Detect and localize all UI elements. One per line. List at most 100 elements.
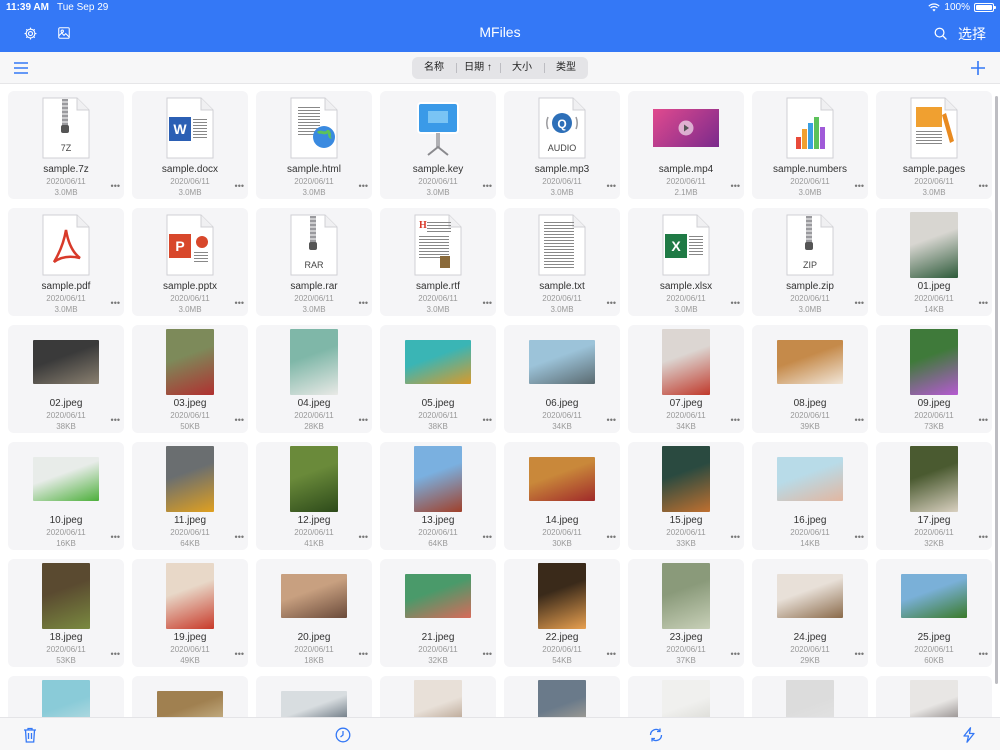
file-card[interactable]: 13.jpeg 2020/06/11 64KB ••• bbox=[380, 442, 496, 550]
file-card[interactable]: 18.jpeg 2020/06/11 53KB ••• bbox=[8, 559, 124, 667]
trash-icon[interactable] bbox=[20, 725, 40, 745]
file-card[interactable]: 04.jpeg 2020/06/11 28KB ••• bbox=[256, 325, 372, 433]
plus-icon[interactable] bbox=[968, 58, 988, 78]
file-card[interactable]: 05.jpeg 2020/06/11 38KB ••• bbox=[380, 325, 496, 433]
more-options-icon[interactable]: ••• bbox=[731, 299, 740, 308]
more-options-icon[interactable]: ••• bbox=[979, 650, 988, 659]
more-options-icon[interactable]: ••• bbox=[979, 416, 988, 425]
more-options-icon[interactable]: ••• bbox=[359, 182, 368, 191]
more-options-icon[interactable]: ••• bbox=[359, 299, 368, 308]
file-card[interactable]: sample.pdf 2020/06/11 3.0MB ••• bbox=[8, 208, 124, 316]
file-card[interactable]: Xsample.xlsx 2020/06/11 3.0MB ••• bbox=[628, 208, 744, 316]
list-icon[interactable] bbox=[11, 58, 31, 78]
more-options-icon[interactable]: ••• bbox=[607, 182, 616, 191]
more-options-icon[interactable]: ••• bbox=[235, 182, 244, 191]
file-card[interactable]: 19.jpeg 2020/06/11 49KB ••• bbox=[132, 559, 248, 667]
file-card[interactable] bbox=[628, 676, 744, 717]
more-options-icon[interactable]: ••• bbox=[235, 299, 244, 308]
file-card[interactable] bbox=[380, 676, 496, 717]
file-card[interactable]: 01.jpeg 2020/06/11 14KB ••• bbox=[876, 208, 992, 316]
file-card[interactable]: sample.mp4 2020/06/11 2.1MB ••• bbox=[628, 91, 744, 199]
more-options-icon[interactable]: ••• bbox=[607, 533, 616, 542]
more-options-icon[interactable]: ••• bbox=[607, 650, 616, 659]
file-card[interactable]: 09.jpeg 2020/06/11 73KB ••• bbox=[876, 325, 992, 433]
more-options-icon[interactable]: ••• bbox=[111, 182, 120, 191]
file-card[interactable]: sample.numbers 2020/06/11 3.0MB ••• bbox=[752, 91, 868, 199]
more-options-icon[interactable]: ••• bbox=[855, 533, 864, 542]
more-options-icon[interactable]: ••• bbox=[483, 182, 492, 191]
file-card[interactable]: 02.jpeg 2020/06/11 38KB ••• bbox=[8, 325, 124, 433]
more-options-icon[interactable]: ••• bbox=[111, 650, 120, 659]
file-card[interactable]: 15.jpeg 2020/06/11 33KB ••• bbox=[628, 442, 744, 550]
select-button[interactable]: 选择 bbox=[958, 24, 986, 44]
file-card[interactable]: 23.jpeg 2020/06/11 37KB ••• bbox=[628, 559, 744, 667]
more-options-icon[interactable]: ••• bbox=[607, 416, 616, 425]
file-card[interactable]: 25.jpeg 2020/06/11 60KB ••• bbox=[876, 559, 992, 667]
file-card[interactable] bbox=[504, 676, 620, 717]
sort-by-size[interactable]: 大小 bbox=[500, 57, 544, 79]
more-options-icon[interactable]: ••• bbox=[235, 416, 244, 425]
sort-by-name[interactable]: 名称 bbox=[412, 57, 456, 79]
file-card[interactable] bbox=[8, 676, 124, 717]
file-card[interactable]: RAR sample.rar 2020/06/11 3.0MB ••• bbox=[256, 208, 372, 316]
bolt-icon[interactable] bbox=[959, 725, 979, 745]
more-options-icon[interactable]: ••• bbox=[111, 416, 120, 425]
file-card[interactable] bbox=[256, 676, 372, 717]
more-options-icon[interactable]: ••• bbox=[855, 416, 864, 425]
file-card[interactable]: 03.jpeg 2020/06/11 50KB ••• bbox=[132, 325, 248, 433]
search-icon[interactable] bbox=[930, 23, 950, 43]
file-card[interactable]: Hsample.rtf 2020/06/11 3.0MB ••• bbox=[380, 208, 496, 316]
file-card[interactable]: Psample.pptx 2020/06/11 3.0MB ••• bbox=[132, 208, 248, 316]
file-card[interactable]: 7Z sample.7z 2020/06/11 3.0MB ••• bbox=[8, 91, 124, 199]
file-card[interactable]: Wsample.docx 2020/06/11 3.0MB ••• bbox=[132, 91, 248, 199]
file-card[interactable]: sample.pages 2020/06/11 3.0MB ••• bbox=[876, 91, 992, 199]
file-card[interactable]: 08.jpeg 2020/06/11 39KB ••• bbox=[752, 325, 868, 433]
sort-by-date[interactable]: 日期 ↑ bbox=[456, 57, 500, 79]
file-card[interactable]: 10.jpeg 2020/06/11 16KB ••• bbox=[8, 442, 124, 550]
more-options-icon[interactable]: ••• bbox=[111, 299, 120, 308]
file-card[interactable]: sample.html 2020/06/11 3.0MB ••• bbox=[256, 91, 372, 199]
file-card[interactable]: 22.jpeg 2020/06/11 54KB ••• bbox=[504, 559, 620, 667]
more-options-icon[interactable]: ••• bbox=[607, 299, 616, 308]
more-options-icon[interactable]: ••• bbox=[731, 182, 740, 191]
file-card[interactable]: 24.jpeg 2020/06/11 29KB ••• bbox=[752, 559, 868, 667]
more-options-icon[interactable]: ••• bbox=[979, 299, 988, 308]
more-options-icon[interactable]: ••• bbox=[359, 650, 368, 659]
file-card[interactable]: 17.jpeg 2020/06/11 32KB ••• bbox=[876, 442, 992, 550]
more-options-icon[interactable]: ••• bbox=[483, 650, 492, 659]
more-options-icon[interactable]: ••• bbox=[979, 182, 988, 191]
file-card[interactable]: 06.jpeg 2020/06/11 34KB ••• bbox=[504, 325, 620, 433]
file-card[interactable]: 11.jpeg 2020/06/11 64KB ••• bbox=[132, 442, 248, 550]
file-card[interactable]: 07.jpeg 2020/06/11 34KB ••• bbox=[628, 325, 744, 433]
more-options-icon[interactable]: ••• bbox=[855, 650, 864, 659]
more-options-icon[interactable]: ••• bbox=[359, 416, 368, 425]
file-card[interactable] bbox=[876, 676, 992, 717]
more-options-icon[interactable]: ••• bbox=[111, 533, 120, 542]
more-options-icon[interactable]: ••• bbox=[483, 416, 492, 425]
file-card[interactable]: 16.jpeg 2020/06/11 14KB ••• bbox=[752, 442, 868, 550]
file-card[interactable]: Q AUDIO sample.mp3 2020/06/11 3.0MB ••• bbox=[504, 91, 620, 199]
more-options-icon[interactable]: ••• bbox=[979, 533, 988, 542]
more-options-icon[interactable]: ••• bbox=[359, 533, 368, 542]
file-card[interactable]: 20.jpeg 2020/06/11 18KB ••• bbox=[256, 559, 372, 667]
more-options-icon[interactable]: ••• bbox=[483, 299, 492, 308]
file-card[interactable]: 21.jpeg 2020/06/11 32KB ••• bbox=[380, 559, 496, 667]
file-card[interactable]: ZIP sample.zip 2020/06/11 3.0MB ••• bbox=[752, 208, 868, 316]
scrollbar[interactable] bbox=[995, 96, 998, 684]
clock-icon[interactable] bbox=[333, 725, 353, 745]
file-card[interactable] bbox=[752, 676, 868, 717]
more-options-icon[interactable]: ••• bbox=[855, 299, 864, 308]
more-options-icon[interactable]: ••• bbox=[731, 650, 740, 659]
sort-by-type[interactable]: 类型 bbox=[544, 57, 588, 79]
file-card[interactable]: 14.jpeg 2020/06/11 30KB ••• bbox=[504, 442, 620, 550]
file-card[interactable]: 12.jpeg 2020/06/11 41KB ••• bbox=[256, 442, 372, 550]
file-card[interactable]: sample.txt 2020/06/11 3.0MB ••• bbox=[504, 208, 620, 316]
more-options-icon[interactable]: ••• bbox=[855, 182, 864, 191]
more-options-icon[interactable]: ••• bbox=[235, 650, 244, 659]
file-card[interactable]: sample.key 2020/06/11 3.0MB ••• bbox=[380, 91, 496, 199]
more-options-icon[interactable]: ••• bbox=[731, 416, 740, 425]
more-options-icon[interactable]: ••• bbox=[731, 533, 740, 542]
refresh-icon[interactable] bbox=[646, 725, 666, 745]
more-options-icon[interactable]: ••• bbox=[235, 533, 244, 542]
file-card[interactable] bbox=[132, 676, 248, 717]
